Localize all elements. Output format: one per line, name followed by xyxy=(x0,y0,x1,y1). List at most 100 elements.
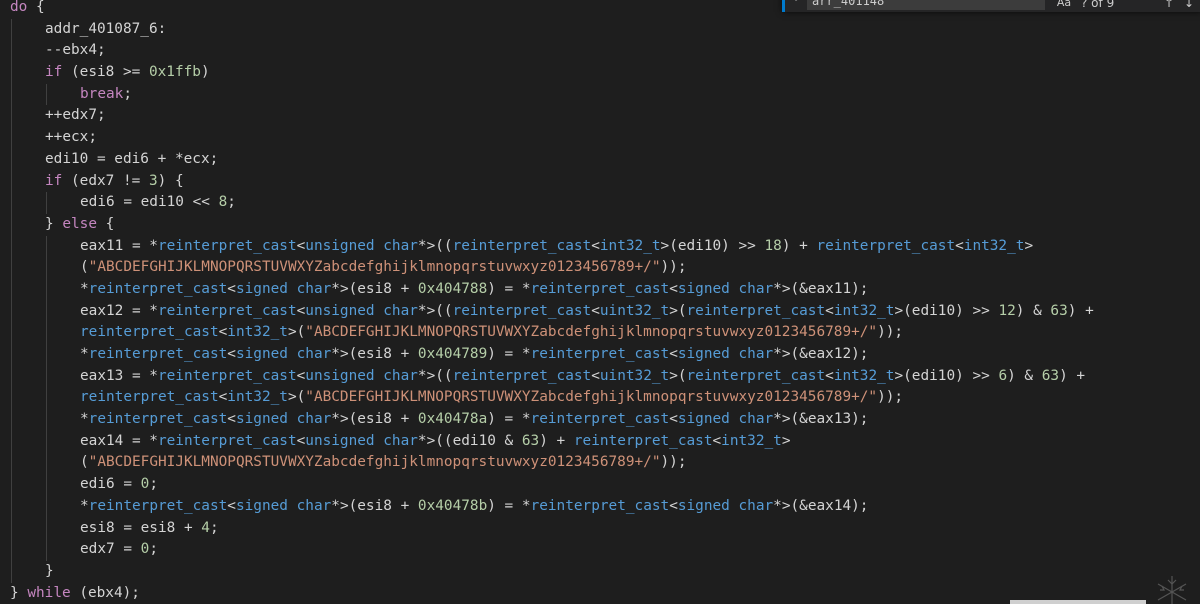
code-token: unsigned char xyxy=(305,237,418,254)
code-token: ) + xyxy=(781,237,817,254)
code-line[interactable]: break; xyxy=(0,83,1200,106)
code-token: 12 xyxy=(998,302,1016,319)
find-input[interactable]: arr_401148 xyxy=(807,0,1045,10)
code-token: int32_t xyxy=(599,237,661,254)
code-token: unsigned char xyxy=(305,367,418,384)
indent-guide xyxy=(11,235,12,258)
indent-guide xyxy=(46,344,47,366)
indent-guide xyxy=(11,40,12,63)
indent-guide xyxy=(11,278,12,301)
indent-guide xyxy=(11,148,12,171)
code-area[interactable]: do {addr_401087_6: --ebx4; if (esi8 >= 0x1… xyxy=(0,0,1200,604)
code-token: 4 xyxy=(201,519,210,536)
code-token: if xyxy=(45,172,63,189)
code-token: 3 xyxy=(148,172,158,189)
find-result-count: ? of 9 xyxy=(1081,0,1115,10)
indent-guide xyxy=(11,430,12,453)
code-token: 0x1ffb xyxy=(148,64,201,81)
indent-guide xyxy=(11,452,12,475)
code-line[interactable]: eax12 = *reinterpret_cast<unsigned char*… xyxy=(0,300,1200,323)
code-line[interactable]: } xyxy=(0,560,1200,583)
code-token: "ABCDEFGHIJKLMNOPQRSTUVWXYZabcdefghijklm… xyxy=(88,454,661,471)
code-token: reinterpret_cast xyxy=(80,324,219,341)
code-line[interactable]: edx7 = 0; xyxy=(0,539,1200,561)
code-line[interactable]: edi10 = edi6 + *ecx; xyxy=(0,148,1200,171)
code-token: < xyxy=(218,389,228,406)
code-line[interactable]: ++ecx; xyxy=(0,127,1200,149)
code-token: ) + xyxy=(1067,302,1094,319)
code-token: ) + xyxy=(539,432,574,449)
code-token: < xyxy=(218,324,228,341)
code-line[interactable]: *reinterpret_cast<signed char*>(esi8 + 0… xyxy=(0,409,1200,431)
indent-guide xyxy=(11,62,12,84)
code-token: } xyxy=(45,562,54,579)
code-token: >(edi10) >> xyxy=(894,367,999,384)
code-token: "ABCDEFGHIJKLMNOPQRSTUVWXYZabcdefghijklm… xyxy=(305,324,878,341)
code-line[interactable]: *reinterpret_cast<signed char*>(esi8 + 0… xyxy=(0,495,1200,518)
code-line[interactable]: --ebx4; xyxy=(0,40,1200,63)
code-token: reinterpret_cast xyxy=(452,237,592,254)
code-line[interactable]: ++edx7; xyxy=(0,105,1200,128)
code-token: reinterpret_cast xyxy=(80,389,219,406)
code-line[interactable]: addr_401087_6: xyxy=(0,18,1200,41)
indent-guide xyxy=(46,452,47,475)
code-token: reinterpret_cast xyxy=(686,367,826,384)
code-line[interactable]: ("ABCDEFGHIJKLMNOPQRSTUVWXYZabcdefghijkl… xyxy=(0,257,1200,279)
code-line[interactable]: *reinterpret_cast<signed char*>(esi8 + 0… xyxy=(0,278,1200,301)
indent-guide xyxy=(11,300,12,323)
code-token: >( xyxy=(287,324,306,341)
code-token: ) & xyxy=(1015,302,1051,319)
code-token: signed char xyxy=(235,497,332,514)
code-token: < xyxy=(296,237,306,254)
snowflake-icon xyxy=(1157,576,1187,604)
code-token: reinterpret_cast xyxy=(452,302,592,319)
code-token: < xyxy=(712,432,722,449)
code-token: < xyxy=(296,302,306,319)
arrow-down-icon[interactable]: ↓ xyxy=(1181,0,1197,10)
code-token: signed char xyxy=(677,280,774,297)
code-token: uint32_t xyxy=(599,367,670,384)
code-token: ; xyxy=(123,85,132,102)
code-line[interactable]: edi6 = 0; xyxy=(0,474,1200,496)
code-token: * xyxy=(80,411,89,428)
code-token: do xyxy=(10,0,28,15)
code-token: reinterpret_cast xyxy=(452,367,592,384)
indent-guide xyxy=(46,474,47,496)
code-line[interactable]: eax14 = *reinterpret_cast<unsigned char*… xyxy=(0,430,1200,453)
horizontal-scrollbar[interactable] xyxy=(1010,600,1146,604)
code-line[interactable]: esi8 = esi8 + 4; xyxy=(0,517,1200,540)
code-line[interactable]: if (edx7 != 3) { xyxy=(0,170,1200,193)
code-token: (esi8 >= xyxy=(62,64,149,81)
indent-guide xyxy=(11,560,12,583)
arrow-up-icon[interactable]: ↑ xyxy=(1161,0,1177,10)
code-token: < xyxy=(296,432,306,449)
code-editor[interactable]: do {addr_401087_6: --ebx4; if (esi8 >= 0x1… xyxy=(0,0,1200,604)
code-token: ) { xyxy=(157,172,184,189)
code-token: "ABCDEFGHIJKLMNOPQRSTUVWXYZabcdefghijklm… xyxy=(305,389,878,406)
code-line[interactable]: reinterpret_cast<int32_t>("ABCDEFGHIJKLM… xyxy=(0,387,1200,410)
chevron-right-icon[interactable]: ▸ xyxy=(793,0,803,6)
code-token: reinterpret_cast xyxy=(157,367,297,384)
code-line[interactable]: ("ABCDEFGHIJKLMNOPQRSTUVWXYZabcdefghijkl… xyxy=(0,452,1200,475)
code-line[interactable]: *reinterpret_cast<signed char*>(esi8 + 0… xyxy=(0,344,1200,366)
code-line[interactable]: edi6 = edi10 << 8; xyxy=(0,192,1200,214)
code-token: *>(( xyxy=(417,367,453,384)
code-token: )); xyxy=(877,324,904,341)
code-line[interactable]: reinterpret_cast<int32_t>("ABCDEFGHIJKLM… xyxy=(0,322,1200,344)
code-line[interactable]: eax13 = *reinterpret_cast<unsigned char*… xyxy=(0,365,1200,388)
find-widget: ▸ arr_401148 Aa ab .* ? of 9 ↑ ↓ xyxy=(782,0,1200,12)
indent-guide xyxy=(46,278,47,301)
match-case-toggle[interactable]: Aa xyxy=(1055,0,1073,9)
code-token: "ABCDEFGHIJKLMNOPQRSTUVWXYZabcdefghijklm… xyxy=(88,259,661,276)
code-line[interactable]: } else { xyxy=(0,213,1200,236)
indent-guide xyxy=(46,235,47,258)
code-token: signed char xyxy=(677,346,774,362)
code-line[interactable]: eax11 = *reinterpret_cast<unsigned char*… xyxy=(0,235,1200,258)
code-line[interactable]: if (esi8 >= 0x1ffb) xyxy=(0,62,1200,84)
code-token: *>(esi8 + xyxy=(331,280,418,297)
code-token: *>(( xyxy=(417,237,453,254)
code-token: { xyxy=(27,0,45,15)
code-token: 0x40478b xyxy=(417,497,488,514)
code-token: < xyxy=(825,367,834,384)
code-token: < xyxy=(669,497,678,514)
